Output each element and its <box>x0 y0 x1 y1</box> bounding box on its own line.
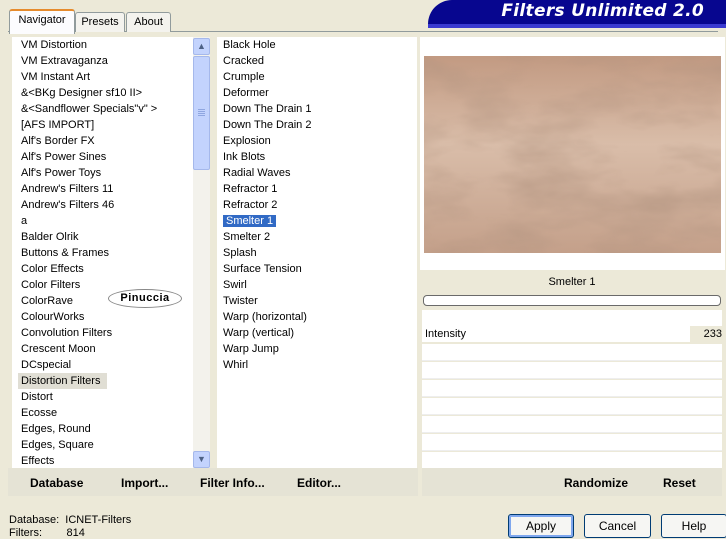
category-item[interactable]: Convolution Filters <box>12 325 193 341</box>
category-item[interactable]: Buttons & Frames <box>12 245 193 261</box>
category-item[interactable]: Andrew's Filters 46 <box>12 197 193 213</box>
status-filters: Filters: 814 <box>9 527 85 539</box>
control-row-empty <box>422 398 722 415</box>
filter-item[interactable]: Splash <box>217 245 417 261</box>
filter-item[interactable]: Smelter 2 <box>217 229 417 245</box>
control-row-empty <box>422 380 722 397</box>
category-item[interactable]: Balder Olrik <box>12 229 193 245</box>
filter-item[interactable]: Crumple <box>217 69 417 85</box>
preview-image <box>424 56 721 253</box>
filter-item[interactable]: Black Hole <box>217 37 417 53</box>
category-item[interactable]: Edges, Square <box>12 437 193 453</box>
control-row-empty <box>422 344 722 361</box>
control-row-empty <box>422 452 722 469</box>
cancel-button[interactable]: Cancel <box>584 514 651 538</box>
category-item[interactable]: VM Distortion <box>12 37 193 53</box>
banner-stripe <box>428 24 726 28</box>
category-item[interactable]: [AFS IMPORT] <box>12 117 193 133</box>
category-item[interactable]: ColourWorks <box>12 309 193 325</box>
filter-item[interactable]: Twister <box>217 293 417 309</box>
scroll-thumb[interactable] <box>193 56 210 170</box>
import-button[interactable]: Import... <box>121 476 168 490</box>
preview-filter-name: Smelter 1 <box>422 271 722 294</box>
filter-item[interactable]: Ink Blots <box>217 149 417 165</box>
intensity-label: Intensity <box>425 328 466 340</box>
filter-item[interactable]: Whirl <box>217 357 417 373</box>
category-item[interactable]: Effects <box>12 453 193 468</box>
category-item[interactable]: a <box>12 213 193 229</box>
apply-button[interactable]: Apply <box>508 514 574 538</box>
filter-item[interactable]: Refractor 2 <box>217 197 417 213</box>
filter-item[interactable]: Refractor 1 <box>217 181 417 197</box>
progress-bar <box>423 295 721 306</box>
banner-title: Filters Unlimited 2.0 <box>501 1 704 21</box>
filter-item[interactable]: Warp (horizontal) <box>217 309 417 325</box>
help-button[interactable]: Help <box>661 514 726 538</box>
filter-item[interactable]: Deformer <box>217 85 417 101</box>
database-button[interactable]: Database <box>30 476 83 490</box>
tab-presets[interactable]: Presets <box>75 12 125 32</box>
filter-item-label: Smelter 1 <box>223 215 277 227</box>
control-row-empty <box>422 362 722 379</box>
filter-list[interactable]: Black Hole Cracked Crumple Deformer Down The… <box>217 37 417 468</box>
tab-about[interactable]: About <box>126 12 171 32</box>
control-row-empty <box>422 434 722 451</box>
category-item[interactable]: Color Effects <box>12 261 193 277</box>
category-item[interactable]: Crescent Moon <box>12 341 193 357</box>
category-item[interactable]: Distort <box>12 389 193 405</box>
category-item[interactable]: DCspecial <box>12 357 193 373</box>
filter-item[interactable]: Cracked <box>217 53 417 69</box>
control-row-empty <box>422 310 722 327</box>
category-item[interactable]: &<Sandflower Specials"v" > <box>12 101 193 117</box>
filter-item[interactable]: Radial Waves <box>217 165 417 181</box>
filter-item[interactable]: Swirl <box>217 277 417 293</box>
filter-item[interactable]: Warp Jump <box>217 341 417 357</box>
filter-item[interactable]: Warp (vertical) <box>217 325 417 341</box>
reset-button[interactable]: Reset <box>663 476 696 490</box>
filter-item[interactable]: Explosion <box>217 133 417 149</box>
scroll-down-button[interactable]: ▼ <box>193 451 210 468</box>
category-item[interactable]: Ecosse <box>12 405 193 421</box>
filter-item[interactable]: Smelter 1 <box>217 213 417 229</box>
control-row-empty <box>422 416 722 433</box>
filter-item[interactable]: Down The Drain 1 <box>217 101 417 117</box>
editor-button[interactable]: Editor... <box>297 476 341 490</box>
title-banner: Filters Unlimited 2.0 <box>428 0 726 24</box>
category-scrollbar[interactable]: ▲ ▼ <box>193 37 210 468</box>
category-item[interactable]: Edges, Round <box>12 421 193 437</box>
filter-item[interactable]: Down The Drain 2 <box>217 117 417 133</box>
status-database: Database: ICNET-Filters <box>9 514 132 526</box>
category-item[interactable]: Alf's Power Sines <box>12 149 193 165</box>
category-list[interactable]: VM Distortion VM Extravaganza VM Instant A… <box>12 37 193 468</box>
randomize-button[interactable]: Randomize <box>564 476 628 490</box>
category-item[interactable]: VM Instant Art <box>12 69 193 85</box>
scroll-up-button[interactable]: ▲ <box>193 38 210 55</box>
category-item[interactable]: Distortion Filters <box>18 373 107 389</box>
category-item[interactable]: Alf's Border FX <box>12 133 193 149</box>
filter-item[interactable]: Surface Tension <box>217 261 417 277</box>
category-item[interactable]: Andrew's Filters 11 <box>12 181 193 197</box>
category-item[interactable]: &<BKg Designer sf10 II> <box>12 85 193 101</box>
category-item[interactable]: Alf's Power Toys <box>12 165 193 181</box>
tab-navigator[interactable]: Navigator <box>9 9 75 34</box>
intensity-value[interactable]: 233 <box>690 326 722 342</box>
pinuccia-watermark: Pinuccia <box>108 289 182 308</box>
filter-info-button[interactable]: Filter Info... <box>200 476 265 490</box>
category-item[interactable]: VM Extravaganza <box>12 53 193 69</box>
